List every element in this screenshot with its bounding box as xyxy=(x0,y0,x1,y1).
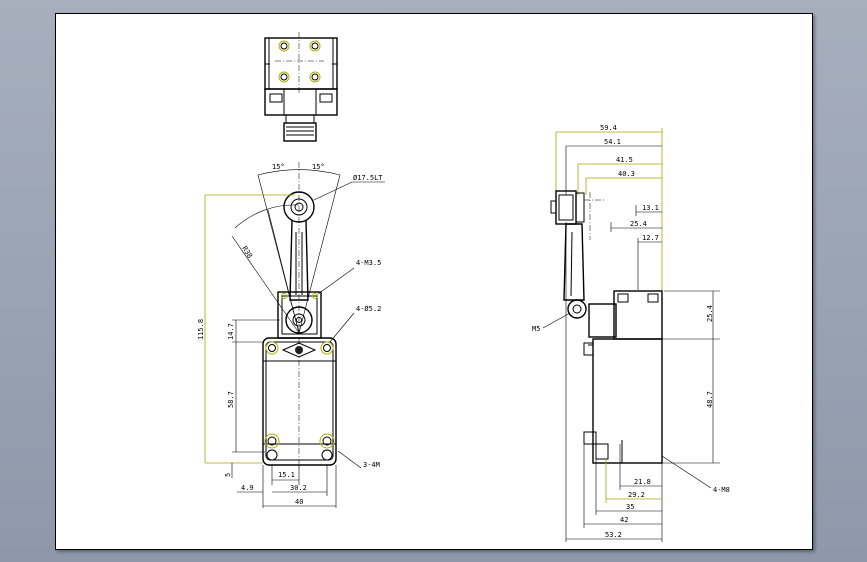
side-view: 59.4 54.1 41.5 40.3 13.1 25.4 12.7 M5 25… xyxy=(532,124,730,542)
dim-21-8-label: 21.8 xyxy=(634,478,651,486)
angle-right-label: 15° xyxy=(312,163,325,171)
angle-left-label: 15° xyxy=(272,163,285,171)
hole-label: 4-Ø5.2 xyxy=(356,305,381,313)
dim-35-label: 35 xyxy=(626,503,634,511)
dim-40-label: 40 xyxy=(295,498,303,506)
cad-viewport[interactable]: 15° 15° Ø17.5LT R38 4-M3.5 4-Ø5.2 3-4M 1… xyxy=(0,0,867,562)
dim-14-7-label: 14.7 xyxy=(227,323,235,340)
hole-icon xyxy=(264,433,280,449)
hole-icon xyxy=(320,341,334,355)
side-mount-label: 4-M8 xyxy=(713,486,730,494)
mount-label: 3-4M xyxy=(363,461,380,469)
dim-59-4-label: 59.4 xyxy=(600,124,617,132)
dim-30-2-label: 30.2 xyxy=(290,484,307,492)
dim-48-7-label: 48.7 xyxy=(706,391,714,408)
dim-15-1-label: 15.1 xyxy=(278,471,295,479)
hole-icon xyxy=(319,433,335,449)
dim-40-3-label: 40.3 xyxy=(618,170,635,178)
technical-drawing: 15° 15° Ø17.5LT R38 4-M3.5 4-Ø5.2 3-4M 1… xyxy=(197,32,730,542)
hole-icon xyxy=(265,341,279,355)
dim-25-4v-label: 25.4 xyxy=(706,305,714,322)
dim-12-7-label: 12.7 xyxy=(642,234,659,242)
m5-label: M5 xyxy=(532,325,540,333)
top-view xyxy=(264,32,338,142)
front-view: 15° 15° Ø17.5LT R38 4-M3.5 4-Ø5.2 3-4M 1… xyxy=(197,160,385,508)
dim-54-1-label: 54.1 xyxy=(604,138,621,146)
dim-13-1-label: 13.1 xyxy=(642,204,659,212)
dim-5-label: 5 xyxy=(224,473,232,477)
dim-42-label: 42 xyxy=(620,516,628,524)
dim-58-7-label: 58.7 xyxy=(227,391,235,408)
dim-25-4-label: 25.4 xyxy=(630,220,647,228)
dim-29-2-label: 29.2 xyxy=(628,491,645,499)
dim-53-2-label: 53.2 xyxy=(605,531,622,539)
screw-label: 4-M3.5 xyxy=(356,259,381,267)
dim-4-9-label: 4.9 xyxy=(241,484,254,492)
arc-radius-label: R38 xyxy=(240,245,253,260)
dim-41-5-label: 41.5 xyxy=(616,156,633,164)
height-total-label: 115.8 xyxy=(197,319,205,340)
roller-diameter-label: Ø17.5LT xyxy=(353,174,383,182)
